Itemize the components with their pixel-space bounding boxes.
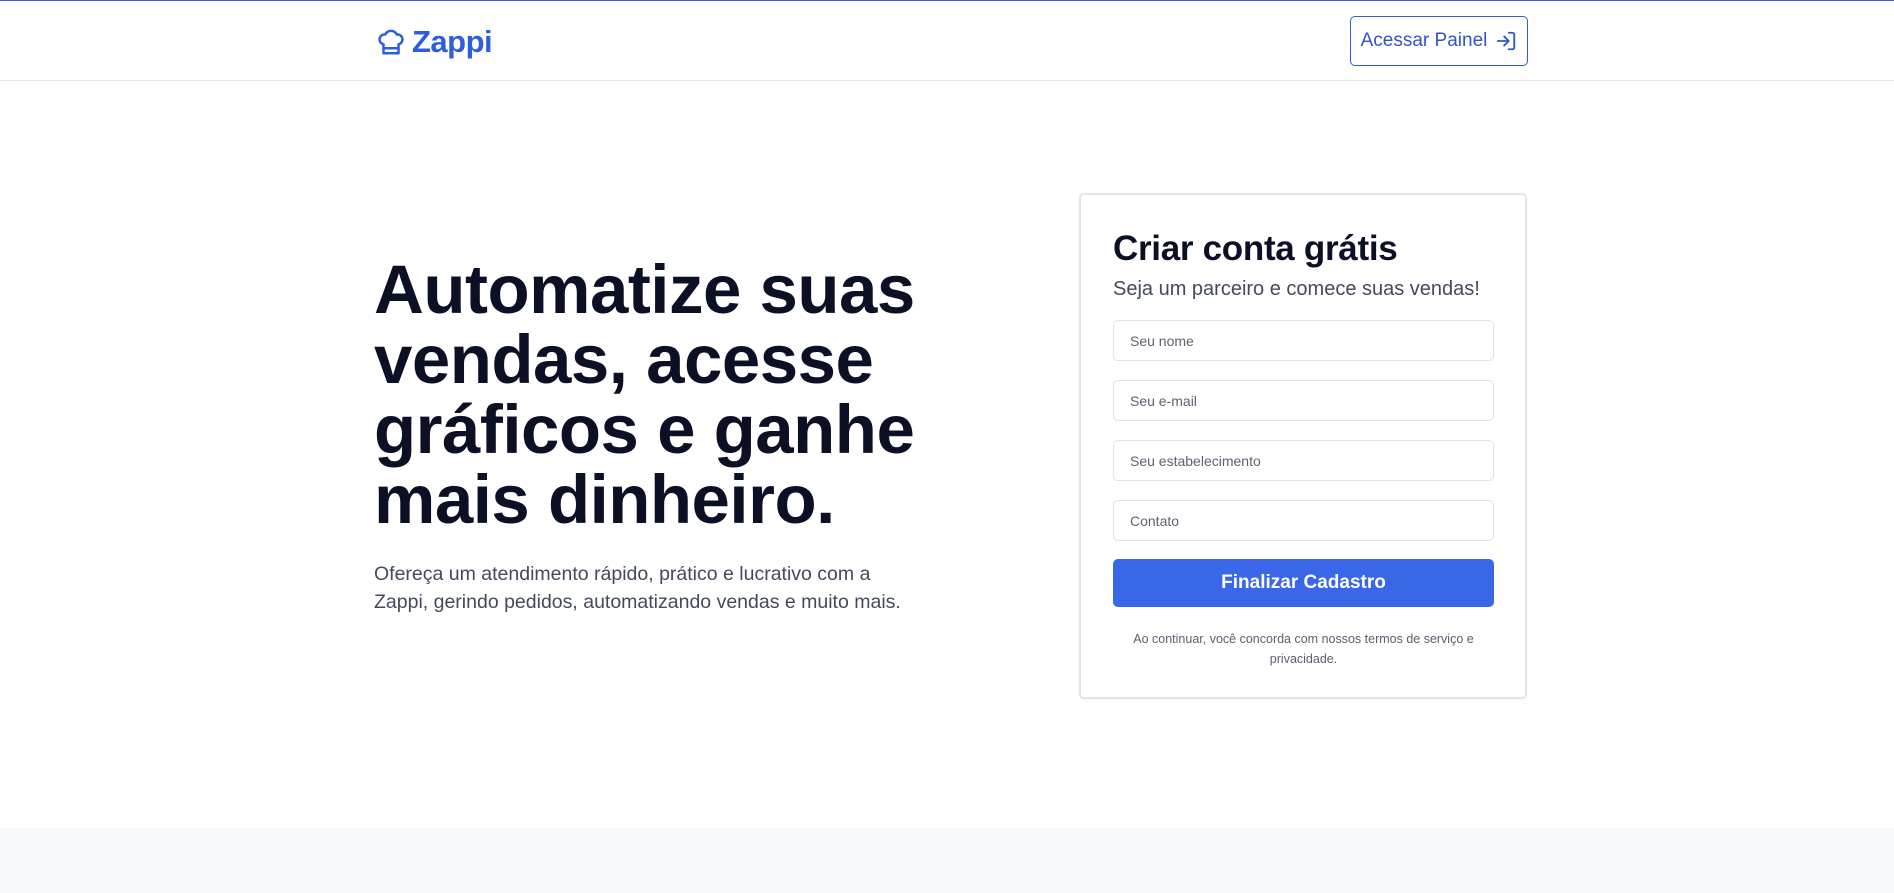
terms-notice: Ao continuar, você concorda com nossos t… — [1133, 632, 1474, 666]
finish-signup-button[interactable]: Finalizar Cadastro — [1113, 559, 1494, 607]
email-input[interactable] — [1113, 380, 1494, 421]
log-in-icon — [1497, 31, 1516, 51]
signup-card: Criar conta grátis Seja um parceiro e co… — [1079, 193, 1527, 699]
name-input[interactable] — [1113, 320, 1494, 361]
brand-logo[interactable]: Zappi — [376, 24, 493, 59]
chef-hat-icon — [378, 29, 404, 55]
access-panel-label: Acessar Painel — [1360, 30, 1488, 51]
signup-title: Criar conta grátis — [1113, 229, 1398, 268]
brand-name: Zappi — [412, 24, 493, 59]
access-panel-button[interactable]: Acessar Painel — [1350, 16, 1528, 66]
top-nav: Zappi Acessar Painel — [0, 1, 1894, 81]
hero-title: Automatize suas vendas, acesse gráficos … — [374, 251, 915, 538]
footer-band — [0, 828, 1894, 893]
business-input[interactable] — [1113, 440, 1494, 481]
hero-subtitle: Ofereça um atendimento rápido, prático e… — [374, 563, 901, 613]
contact-input[interactable] — [1113, 500, 1494, 541]
signup-subtitle: Seja um parceiro e comece suas vendas! — [1113, 278, 1480, 300]
